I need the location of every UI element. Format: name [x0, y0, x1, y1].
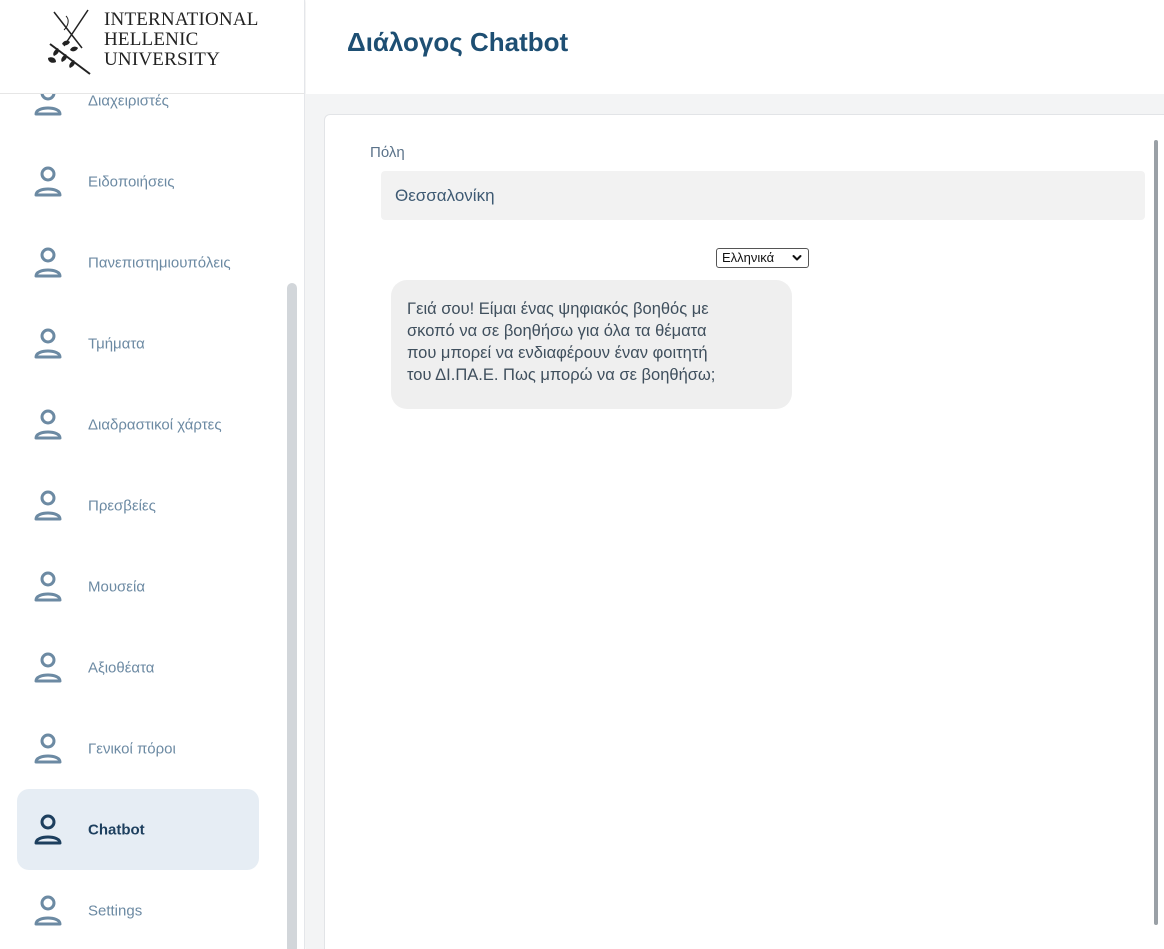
sidebar-item-departments[interactable]: Τμήματα [17, 303, 259, 384]
user-icon [34, 814, 62, 844]
user-icon [34, 895, 62, 925]
city-label: Πόλη [370, 144, 405, 161]
user-icon [34, 490, 62, 520]
sidebar-nav: Διαχειριστές Ειδοποιήσεις Πανεπιστημιουπ… [0, 60, 304, 949]
sidebar-item-label: Πρεσβείες [88, 497, 156, 514]
sidebar-item-label: Μουσεία [88, 578, 145, 595]
user-icon [34, 571, 62, 601]
user-icon [34, 166, 62, 196]
sidebar-item-interactive-maps[interactable]: Διαδραστικοί χάρτες [17, 384, 259, 465]
logo-line-1: INTERNATIONAL [104, 9, 259, 30]
sidebar-item-label: Πανεπιστημιουπόλεις [88, 254, 231, 271]
chat-message-line: του ΔΙ.ΠΑ.Ε. Πως μπορώ να σε βοηθήσω; [407, 366, 716, 384]
chat-message-line: Γειά σου! Είμαι ένας ψηφιακός βοηθός με [407, 300, 709, 318]
language-select-value: Ελληνικά [722, 250, 775, 265]
sidebar-item-general-resources[interactable]: Γενικοί πόροι [17, 708, 259, 789]
sidebar-item-label: Chatbot [88, 821, 145, 838]
sidebar-item-label: Settings [88, 902, 143, 919]
sidebar-item-settings[interactable]: Settings [17, 870, 259, 949]
app-root: Διαχειριστές Ειδοποιήσεις Πανεπιστημιουπ… [0, 0, 1164, 949]
sidebar-item-label: Ειδοποιήσεις [88, 173, 175, 190]
chat-message-line: σκοπό να σε βοηθήσω για όλα τα θέματα [407, 322, 707, 340]
sidebar-item-sights[interactable]: Αξιοθέατα [17, 627, 259, 708]
sidebar-item-notifications[interactable]: Ειδοποιήσεις [17, 141, 259, 222]
chat-message-line: που μπορεί να ενδιαφέρουν έναν φοιτητή [407, 344, 708, 362]
university-name: INTERNATIONAL HELLENIC UNIVERSITY [104, 10, 259, 70]
olive-branch-icon [48, 9, 91, 75]
user-icon [34, 409, 62, 439]
sidebar-item-label: Διαδραστικοί χάρτες [88, 416, 222, 433]
sidebar-scrollbar[interactable] [287, 283, 297, 949]
chevron-down-icon [792, 255, 802, 261]
sidebar-item-label: Αξιοθέατα [88, 659, 155, 676]
city-field[interactable]: Θεσσαλονίκη [381, 171, 1145, 220]
user-icon [34, 733, 62, 763]
university-logo[interactable]: INTERNATIONAL HELLENIC UNIVERSITY [0, 0, 304, 94]
logo-line-3: UNIVERSITY [104, 49, 220, 70]
user-icon [34, 328, 62, 358]
sidebar-item-label: Τμήματα [88, 335, 145, 352]
sidebar-item-embassies[interactable]: Πρεσβείες [17, 465, 259, 546]
sidebar-item-chatbot[interactable]: Chatbot [17, 789, 259, 870]
sidebar-item-label: Γενικοί πόροι [88, 740, 176, 757]
sidebar-item-museums[interactable]: Μουσεία [17, 546, 259, 627]
chat-scrollbar[interactable] [1154, 140, 1158, 925]
header: Διάλογος Chatbot [306, 0, 1164, 94]
user-icon [34, 247, 62, 277]
sidebar-item-label: Διαχειριστές [88, 92, 169, 109]
language-select[interactable]: Ελληνικά [716, 248, 809, 268]
chat-card [324, 114, 1164, 949]
logo-line-2: HELLENIC [104, 29, 199, 50]
sidebar-item-campuses[interactable]: Πανεπιστημιουπόλεις [17, 222, 259, 303]
sidebar: Διαχειριστές Ειδοποιήσεις Πανεπιστημιουπ… [0, 0, 305, 949]
user-icon [34, 652, 62, 682]
chat-message-bot: Γειά σου! Είμαι ένας ψηφιακός βοηθός με … [391, 280, 792, 409]
page-title: Διάλογος Chatbot [347, 27, 569, 57]
